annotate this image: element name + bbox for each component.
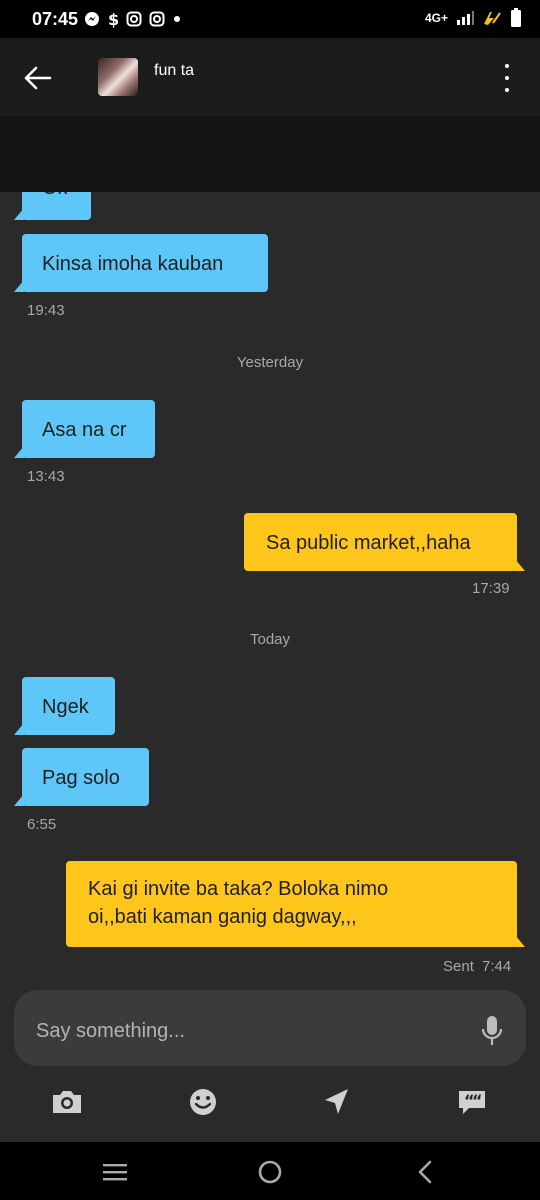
quick-replies-button[interactable]: ““ (455, 1086, 489, 1118)
message-input-placeholder: Say something... (36, 1020, 185, 1042)
message-bubble-incoming[interactable]: Ngek (14, 677, 115, 735)
location-icon (325, 1089, 348, 1114)
svg-text:“: “ (472, 1091, 483, 1110)
recent-apps-button[interactable] (100, 1158, 130, 1186)
back-icon (418, 1160, 432, 1184)
back-button[interactable] (20, 60, 56, 96)
message-bubble-outgoing[interactable]: Kai gi invite ba taka? Boloka nimo oi,,b… (66, 861, 525, 947)
battery-saver-icon (484, 12, 501, 25)
message-line: Kai gi invite ba taka? Boloka nimo (88, 878, 389, 900)
composer-area: Say something... ““ (0, 984, 540, 1142)
dot-icon (174, 16, 180, 22)
message-time: 17:39 (472, 580, 510, 597)
instagram-icon (149, 11, 165, 27)
message-line: oi,,bati kaman ganig dagway,,, (88, 906, 357, 928)
message-time: 6:55 (27, 816, 57, 833)
message-text: Sa public market,,haha (266, 532, 471, 554)
message-text: Kinsa imoha kauban (42, 253, 224, 275)
day-divider: Yesterday (236, 354, 304, 371)
dollar-icon: $ (108, 10, 119, 28)
header-banner (0, 116, 540, 192)
messenger-icon (85, 12, 99, 26)
camera-icon (53, 1091, 81, 1113)
message-list[interactable]: Ok Kinsa imoha kauban 19:43 Yesterday As… (0, 192, 540, 984)
day-divider: Today (249, 631, 291, 648)
quick-replies-icon: ““ (459, 1091, 485, 1114)
network-type: 4G+ (424, 11, 448, 25)
message-bubble-incoming[interactable]: Asa na cr (14, 400, 155, 458)
message-text: Pag solo (42, 767, 120, 789)
signal-icon (457, 11, 474, 25)
voice-button[interactable] (480, 1014, 504, 1048)
contact-name[interactable]: fun ta (154, 62, 194, 80)
home-button[interactable] (255, 1158, 285, 1186)
svg-text:$: $ (108, 10, 119, 28)
message-status: Sent (443, 958, 474, 975)
message-text: Kai gi invite ba taka? Boloka nimo oi,,b… (88, 875, 388, 931)
location-button[interactable] (320, 1086, 354, 1118)
message-text: Ngek (42, 696, 89, 718)
message-bubble-incoming[interactable]: Kinsa imoha kauban (14, 234, 268, 292)
system-back-button[interactable] (410, 1158, 440, 1186)
message-bubble-incoming[interactable]: Pag solo (14, 748, 149, 806)
recent-apps-icon (103, 1164, 127, 1181)
emoji-icon (190, 1089, 216, 1115)
status-bar: 07:45 $ 4G+ (0, 0, 540, 38)
message-input[interactable]: Say something... (14, 990, 526, 1066)
status-time: 07:45 (32, 9, 79, 29)
battery-icon (511, 8, 521, 27)
contact-avatar[interactable] (98, 58, 138, 96)
message-text: Asa na cr (42, 419, 127, 441)
message-bubble-incoming[interactable]: Ok (14, 192, 91, 220)
message-text: Ok (42, 192, 68, 202)
home-icon (258, 1160, 282, 1184)
message-time: 13:43 (27, 468, 65, 485)
message-bubble-outgoing[interactable]: Sa public market,,haha (244, 513, 525, 571)
microphone-icon (481, 1016, 503, 1045)
camera-button[interactable] (50, 1086, 84, 1118)
message-time: 7:44 (482, 958, 512, 975)
emoji-button[interactable] (186, 1086, 220, 1118)
arrow-left-icon (24, 66, 52, 90)
system-navigation-bar (0, 1142, 540, 1200)
more-options-button[interactable] (496, 62, 518, 96)
chat-header: fun ta (0, 38, 540, 116)
message-time: 19:43 (27, 302, 65, 319)
instagram-icon (126, 11, 142, 27)
